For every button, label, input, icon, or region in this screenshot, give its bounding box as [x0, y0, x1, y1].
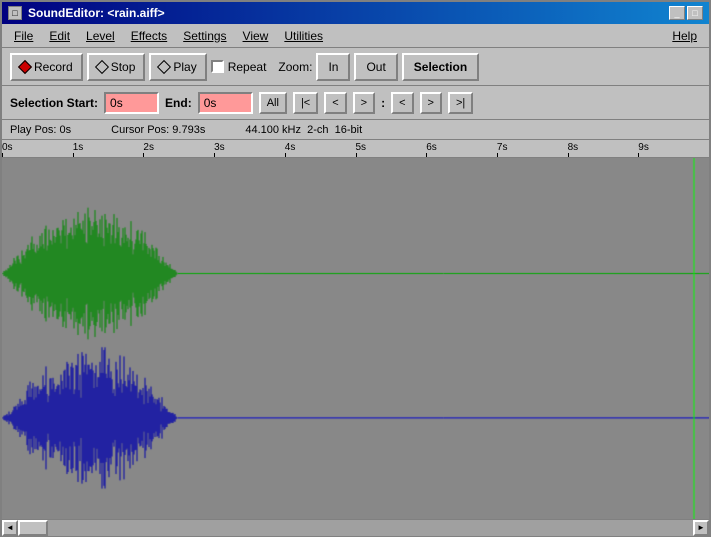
scroll-right-button[interactable]: ►	[693, 520, 709, 536]
menu-edit[interactable]: Edit	[41, 27, 78, 45]
selection-start-input[interactable]	[104, 92, 159, 114]
selection-end-label: End:	[165, 96, 192, 110]
status-bar: Play Pos: 0s Cursor Pos: 9.793s 44.100 k…	[2, 120, 709, 140]
selection-end-input[interactable]	[198, 92, 253, 114]
nav-prev2-button[interactable]: <	[391, 92, 413, 114]
repeat-label: Repeat	[228, 60, 267, 74]
menu-file[interactable]: File	[6, 27, 41, 45]
record-button[interactable]: Record	[10, 53, 83, 81]
stop-button[interactable]: Stop	[87, 53, 146, 81]
nav-prev-button[interactable]: <	[324, 92, 346, 114]
cursor-pos-status: Cursor Pos: 9.793s	[111, 124, 205, 136]
zoom-label: Zoom:	[278, 60, 312, 74]
waveform-canvas-element[interactable]	[2, 158, 709, 519]
menu-bar: File Edit Level Effects Settings View Ut…	[2, 24, 709, 48]
selection-bar: Selection Start: End: All |< < > : < > >…	[2, 86, 709, 120]
selection-start-label: Selection Start:	[10, 96, 98, 110]
waveform-area[interactable]: 0s1s2s3s4s5s6s7s8s9s10s	[2, 140, 709, 519]
waveform-canvas[interactable]	[2, 158, 709, 519]
zoom-selection-button[interactable]: Selection	[402, 53, 479, 81]
play-pos-status: Play Pos: 0s	[10, 124, 71, 136]
stop-icon	[95, 59, 109, 73]
zoom-in-button[interactable]: In	[316, 53, 350, 81]
play-button[interactable]: Play	[149, 53, 206, 81]
nav-next2-button[interactable]: >	[420, 92, 442, 114]
play-icon	[157, 59, 171, 73]
horizontal-scrollbar: ◄ ►	[2, 519, 709, 535]
channels-status: 2-ch	[307, 124, 328, 136]
zoom-out-button[interactable]: Out	[354, 53, 397, 81]
maximize-button[interactable]: □	[687, 6, 703, 20]
window-icon[interactable]: □	[8, 6, 22, 20]
repeat-area: Repeat	[211, 60, 267, 74]
scrollbar-thumb[interactable]	[18, 520, 48, 536]
menu-help[interactable]: Help	[664, 27, 705, 45]
menu-effects[interactable]: Effects	[123, 27, 175, 45]
menu-utilities[interactable]: Utilities	[276, 27, 331, 45]
title-bar-left: □ SoundEditor: <rain.aiff>	[8, 6, 165, 20]
nav-colon: :	[381, 96, 385, 110]
nav-end-button[interactable]: >|	[448, 92, 473, 114]
minimize-button[interactable]: _	[669, 6, 685, 20]
menu-view[interactable]: View	[235, 27, 277, 45]
repeat-checkbox[interactable]	[211, 60, 224, 73]
menu-settings[interactable]: Settings	[175, 27, 234, 45]
toolbar: Record Stop Play Repeat Zoom: In Out Sel…	[2, 48, 709, 86]
title-bar-controls: _ □	[669, 6, 703, 20]
main-window: □ SoundEditor: <rain.aiff> _ □ File Edit…	[0, 0, 711, 537]
title-bar: □ SoundEditor: <rain.aiff> _ □	[2, 2, 709, 24]
ruler: 0s1s2s3s4s5s6s7s8s9s10s	[2, 140, 709, 158]
menu-level[interactable]: Level	[78, 27, 123, 45]
nav-next-button[interactable]: >	[353, 92, 375, 114]
scroll-left-button[interactable]: ◄	[2, 520, 18, 536]
scrollbar-track[interactable]	[18, 520, 693, 536]
record-icon	[18, 59, 32, 73]
nav-start-button[interactable]: |<	[293, 92, 318, 114]
bit-depth-status: 16-bit	[335, 124, 363, 136]
select-all-button[interactable]: All	[259, 92, 287, 114]
sample-rate-status: 44.100 kHz	[245, 124, 301, 136]
window-title: SoundEditor: <rain.aiff>	[28, 6, 165, 20]
